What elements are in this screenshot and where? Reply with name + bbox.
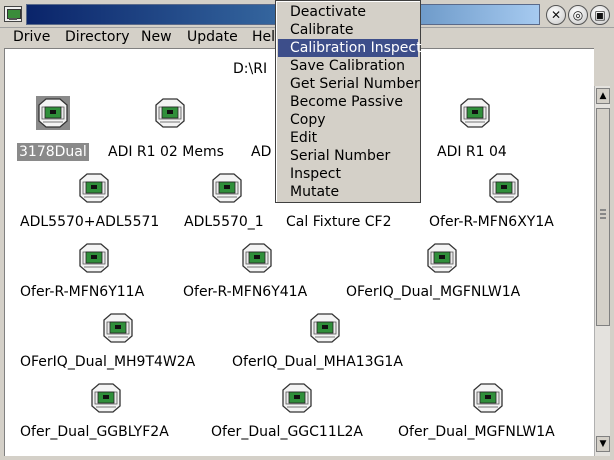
menu-item-become-passive[interactable]: Become Passive: [278, 93, 418, 111]
device-icon[interactable]: [425, 241, 459, 275]
device-icon[interactable]: [101, 311, 135, 345]
current-path: D:\RI: [233, 61, 268, 77]
device-label[interactable]: ADI R1 04: [437, 143, 507, 161]
device-label[interactable]: Ofer-R-MFN6XY1A: [429, 213, 554, 231]
device-label[interactable]: Ofer-R-MFN6Y41A: [183, 283, 307, 301]
device-label[interactable]: 3178Dual: [17, 143, 89, 161]
device-label[interactable]: AD: [251, 143, 271, 161]
device-label[interactable]: Ofer-R-MFN6Y11A: [20, 283, 144, 301]
device-icon[interactable]: [77, 171, 111, 205]
menu-help[interactable]: Hel: [252, 28, 275, 46]
device-label[interactable]: Ofer_Dual_GGC11L2A: [211, 423, 363, 441]
vertical-scrollbar[interactable]: ▲ ▼: [594, 86, 610, 456]
context-menu: Deactivate Calibrate Calibration Inspect…: [275, 0, 422, 203]
device-label[interactable]: Cal Fixture CF2: [286, 213, 392, 231]
scroll-up-button[interactable]: ▲: [596, 88, 610, 104]
device-icon[interactable]: [210, 171, 244, 205]
menu-update[interactable]: Update: [187, 28, 238, 46]
menu-item-calibrate[interactable]: Calibrate: [278, 21, 418, 39]
device-icon[interactable]: [471, 381, 505, 415]
maximize-button[interactable]: ▣: [590, 5, 610, 25]
grip-icon: [600, 209, 606, 219]
menu-new[interactable]: New: [141, 28, 172, 46]
device-icon[interactable]: [36, 96, 70, 130]
menu-item-calibration-inspect[interactable]: Calibration Inspect: [278, 39, 422, 57]
scroll-thumb[interactable]: [596, 108, 610, 326]
device-icon[interactable]: [89, 381, 123, 415]
device-icon[interactable]: [487, 171, 521, 205]
menu-item-serial-number[interactable]: Serial Number: [278, 147, 418, 165]
menu-item-deactivate[interactable]: Deactivate: [278, 3, 418, 21]
device-icon[interactable]: [240, 241, 274, 275]
scroll-down-button[interactable]: ▼: [596, 436, 610, 452]
app-icon[interactable]: [4, 6, 22, 22]
menu-item-inspect[interactable]: Inspect: [278, 165, 418, 183]
menu-drive[interactable]: Drive: [13, 28, 50, 46]
minimize-button[interactable]: ◎: [568, 5, 588, 25]
device-label[interactable]: ADL5570_1: [184, 213, 264, 231]
device-icon[interactable]: [153, 96, 187, 130]
menu-item-copy[interactable]: Copy: [278, 111, 418, 129]
device-label[interactable]: Ofer_Dual_MGFNLW1A: [398, 423, 555, 441]
device-label[interactable]: OferIQ_Dual_MHA13G1A: [232, 353, 403, 371]
device-label[interactable]: OFerIQ_Dual_MGFNLW1A: [346, 283, 520, 301]
menu-item-save-calibration[interactable]: Save Calibration: [278, 57, 418, 75]
menu-directory[interactable]: Directory: [65, 28, 130, 46]
device-label[interactable]: OFerIQ_Dual_MH9T4W2A: [20, 353, 195, 371]
device-label[interactable]: Ofer_Dual_GGBLYF2A: [20, 423, 169, 441]
menu-item-edit[interactable]: Edit: [278, 129, 418, 147]
device-icon[interactable]: [458, 96, 492, 130]
device-icon[interactable]: [77, 241, 111, 275]
menu-item-get-serial-number[interactable]: Get Serial Number: [278, 75, 420, 93]
device-icon[interactable]: [308, 311, 342, 345]
device-label[interactable]: ADI R1 02 Mems: [108, 143, 224, 161]
close-button[interactable]: ✕: [546, 5, 566, 25]
device-label[interactable]: ADL5570+ADL5571: [20, 213, 159, 231]
menu-item-mutate[interactable]: Mutate: [278, 183, 418, 201]
device-icon[interactable]: [280, 381, 314, 415]
